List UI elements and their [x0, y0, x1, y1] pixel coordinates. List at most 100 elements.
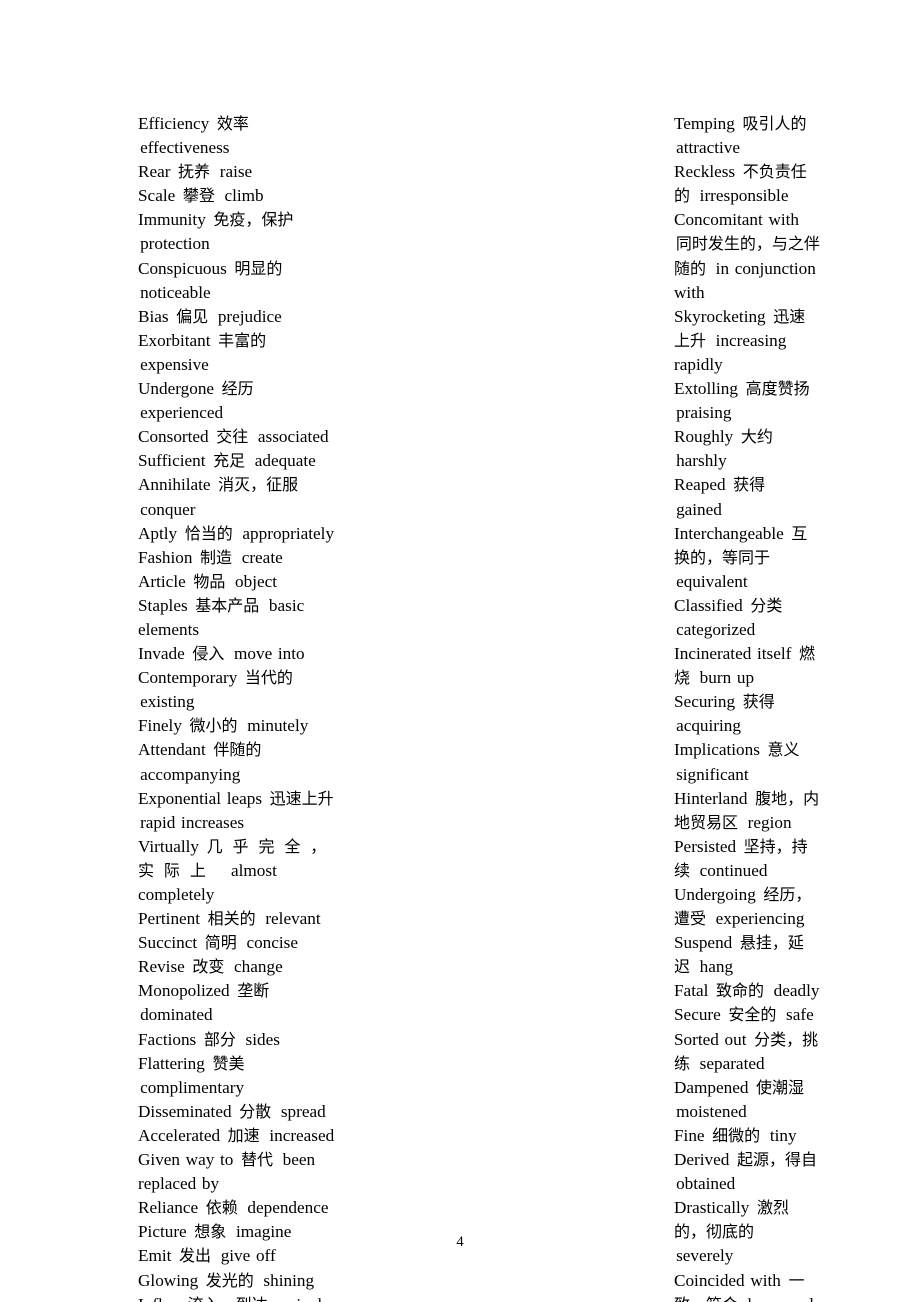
vocabulary-entry: Staples 基本产品 basic elements	[138, 594, 337, 642]
entry-gloss: prejudice	[217, 306, 282, 326]
entry-term: Glowing	[138, 1270, 199, 1290]
vocabulary-entry: Pertinent 相关的 relevant	[138, 907, 337, 931]
vocabulary-entry: Immunity 免疫，保护 protection	[138, 208, 337, 256]
entry-term: Given way to	[138, 1150, 234, 1170]
entry-chinese: 明显的	[234, 258, 283, 278]
vocabulary-entry: Revise 改变 change	[138, 955, 337, 979]
entry-term: Fatal	[674, 981, 709, 1001]
entry-chinese: 起源，得自	[736, 1150, 817, 1170]
entry-term: Drastically	[674, 1198, 750, 1218]
vocabulary-entry: Fatal 致命的 deadly	[674, 979, 820, 1003]
entry-gloss: existing	[140, 692, 195, 712]
entry-chinese: 分类	[750, 595, 783, 615]
vocabulary-column-left: Efficiency 效率 effectiveness Rear 抚养 raise…	[0, 112, 337, 1302]
entry-gloss: continued	[699, 860, 768, 880]
vocabulary-entry: Secure 安全的 safe	[674, 1003, 820, 1027]
entry-term: Consorted	[138, 427, 209, 447]
entry-chinese: 消灭，征服	[218, 475, 299, 495]
entry-term: Accelerated	[138, 1125, 221, 1145]
entry-term: Coincided with	[674, 1270, 781, 1290]
vocabulary-entry: Coincided with 一致，符合 happened at the sam…	[674, 1269, 820, 1302]
entry-gloss: harshly	[676, 451, 727, 471]
vocabulary-entry: Fine 细微的 tiny	[674, 1124, 820, 1148]
vocabulary-entry: Accelerated 加速 increased	[138, 1124, 337, 1148]
entry-chinese: 经历	[221, 379, 254, 399]
entry-gloss: shining	[263, 1270, 315, 1290]
vocabulary-entry: Suspend 悬挂，延迟 hang	[674, 931, 820, 979]
entry-term: Revise	[138, 957, 185, 977]
entry-term: Article	[138, 571, 186, 591]
vocabulary-entry: Extolling 高度赞扬 praising	[674, 377, 820, 425]
entry-term: Persisted	[674, 836, 737, 856]
entry-gloss: concise	[246, 933, 298, 953]
entry-gloss: praising	[676, 403, 732, 423]
entry-term: Implications	[674, 740, 760, 760]
entry-gloss: moistened	[676, 1101, 747, 1121]
entry-term: Flattering	[138, 1053, 205, 1073]
entry-term: Contemporary	[138, 668, 238, 688]
vocabulary-entry: Implications 意义 significant	[674, 738, 820, 786]
entry-gloss: deadly	[773, 981, 820, 1001]
entry-chinese: 侵入	[192, 644, 225, 664]
entry-term: Disseminated	[138, 1101, 232, 1121]
entry-term: Skyrocketing	[674, 306, 766, 326]
entry-chinese: 基本产品	[195, 595, 260, 615]
entry-term: Factions	[138, 1029, 197, 1049]
entry-gloss: create	[241, 547, 283, 567]
vocabulary-entry: Dampened 使潮湿 moistened	[674, 1076, 820, 1124]
vocabulary-entry: Concomitant with 同时发生的，与之伴随的 in conjunct…	[674, 208, 820, 304]
entry-gloss: object	[235, 571, 277, 591]
vocabulary-entry: Annihilate 消灭，征服 conquer	[138, 473, 337, 521]
entry-term: Reliance	[138, 1198, 199, 1218]
entry-term: Scale	[138, 186, 176, 206]
entry-gloss: change	[234, 957, 283, 977]
entry-gloss: significant	[676, 764, 749, 784]
entry-gloss: associated	[257, 427, 329, 447]
entry-gloss: move into	[234, 644, 305, 664]
entry-gloss: obtained	[676, 1174, 736, 1194]
entry-term: Fashion	[138, 547, 193, 567]
vocabulary-entry: Roughly 大约 harshly	[674, 425, 820, 473]
entry-gloss: dependence	[247, 1198, 329, 1218]
vocabulary-entry: Glowing 发光的 shining	[138, 1269, 337, 1293]
entry-gloss: minutely	[247, 716, 309, 736]
vocabulary-entry: Derived 起源，得自 obtained	[674, 1148, 820, 1196]
entry-gloss: dominated	[140, 1005, 213, 1025]
entry-chinese: 高度赞扬	[745, 379, 810, 399]
entry-gloss: complimentary	[140, 1077, 245, 1097]
entry-gloss: raise	[219, 162, 253, 182]
entry-gloss: appropriately	[242, 523, 335, 543]
entry-term: Bias	[138, 306, 169, 326]
vocabulary-entry: Sorted out 分类，挑练 separated	[674, 1028, 820, 1076]
vocabulary-entry: Exorbitant 丰富的 expensive	[138, 329, 337, 377]
vocabulary-entry: Disseminated 分散 spread	[138, 1100, 337, 1124]
entry-chinese: 替代	[240, 1150, 273, 1170]
entry-chinese: 安全的	[728, 1005, 777, 1025]
vocabulary-entry: Undergoing 经历，遭受 experiencing	[674, 883, 820, 931]
entry-gloss: rapid increases	[140, 812, 245, 832]
vocabulary-entry: Virtually 几乎完全，实际上 almost completely	[138, 835, 337, 907]
entry-gloss: sides	[245, 1029, 280, 1049]
entry-chinese: 吸引人的	[742, 114, 807, 133]
vocabulary-entry: Fashion 制造 create	[138, 546, 337, 570]
entry-gloss: hang	[699, 957, 734, 977]
entry-term: Hinterland	[674, 788, 748, 808]
vocabulary-entry: Sufficient 充足 adequate	[138, 449, 337, 473]
entry-chinese: 改变	[192, 957, 225, 977]
entry-chinese: 交往	[216, 427, 249, 447]
entry-term: Dampened	[674, 1077, 749, 1097]
entry-chinese: 使潮湿	[756, 1077, 805, 1097]
entry-chinese: 细微的	[712, 1125, 761, 1145]
vocabulary-entry: Finely 微小的 minutely	[138, 714, 337, 738]
entry-term: Monopolized	[138, 981, 230, 1001]
entry-gloss: acquiring	[676, 716, 741, 736]
vocabulary-entry: Undergone 经历 experienced	[138, 377, 337, 425]
vocabulary-entry: Reaped 获得 gained	[674, 473, 820, 521]
entry-gloss: spread	[280, 1101, 326, 1121]
vocabulary-entry: Article 物品 object	[138, 570, 337, 594]
vocabulary-entry: Incinerated itself 燃烧 burn up	[674, 642, 820, 690]
vocabulary-entry: Hinterland 腹地，内地贸易区 region	[674, 787, 820, 835]
entry-term: Exponential leaps	[138, 788, 263, 808]
entry-gloss: conquer	[140, 499, 196, 519]
entry-term: Sorted out	[674, 1029, 747, 1049]
